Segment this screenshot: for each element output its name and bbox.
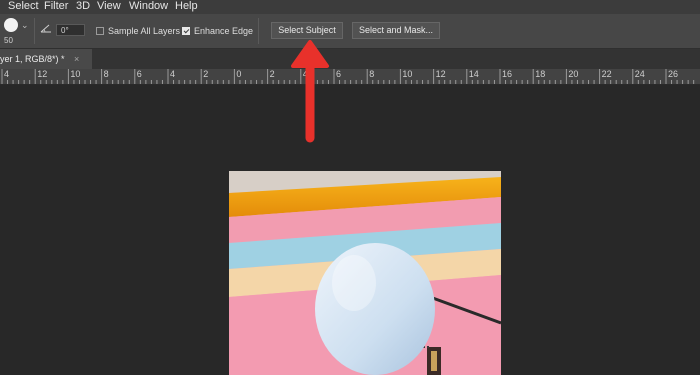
angle-input[interactable]: 0° [56, 24, 85, 36]
menu-bar: Select Filter 3D View Window Help [0, 0, 700, 14]
ruler-label: 4 [170, 69, 176, 79]
angle-icon [40, 24, 51, 33]
menu-select[interactable]: Select [8, 0, 39, 13]
menu-help[interactable]: Help [175, 0, 198, 13]
sample-all-layers-checkbox[interactable] [96, 27, 104, 35]
document-tab-bar: yer 1, RGB/8*) * × [0, 49, 700, 69]
ruler-label: 0 [236, 69, 242, 79]
annotation-arrow-icon [291, 40, 329, 143]
ruler-label: 6 [136, 69, 142, 79]
divider [258, 18, 259, 44]
ruler-label: 16 [502, 69, 513, 79]
brush-preview-icon[interactable] [4, 18, 18, 32]
ruler-label: 18 [535, 69, 546, 79]
ruler-label: 4 [4, 69, 10, 79]
ruler-label: 6 [336, 69, 342, 79]
enhance-edge-checkbox[interactable] [182, 27, 190, 35]
menu-window[interactable]: Window [129, 0, 168, 13]
ruler-label: 14 [468, 69, 479, 79]
document-tab-title: yer 1, RGB/8*) * [0, 54, 65, 64]
horizontal-ruler[interactable]: 4 12 10 8 6 4 2 0 2 4 6 8 10 12 14 16 18 20 22 24 26 [0, 69, 700, 85]
ruler-label: 8 [103, 69, 109, 79]
ruler-label: 8 [369, 69, 375, 79]
select-subject-button[interactable]: Select Subject [271, 22, 343, 39]
ruler-label: 26 [668, 69, 679, 79]
menu-3d[interactable]: 3D [76, 0, 90, 13]
chevron-down-icon[interactable]: ⌄ [21, 20, 29, 31]
enhance-edge-label: Enhance Edge [194, 26, 254, 36]
ruler-label: 20 [568, 69, 579, 79]
ruler-label: 10 [70, 69, 81, 79]
close-icon[interactable]: × [74, 49, 79, 69]
document-tab[interactable]: yer 1, RGB/8*) * × [0, 49, 92, 69]
ruler-label: 12 [435, 69, 446, 79]
options-bar: 50 ⌄ 0° Sample All Layers Enhance Edge S… [0, 14, 700, 49]
sample-all-layers-label: Sample All Layers [108, 26, 181, 36]
divider [34, 18, 35, 44]
photo-balloon-icon [229, 171, 501, 375]
ruler-label: 2 [269, 69, 275, 79]
menu-filter[interactable]: Filter [44, 0, 68, 13]
ruler-label: 24 [634, 69, 645, 79]
document-canvas[interactable] [229, 171, 501, 375]
select-and-mask-button[interactable]: Select and Mask... [352, 22, 440, 39]
menu-view[interactable]: View [97, 0, 121, 13]
ruler-label: 12 [37, 69, 48, 79]
ruler-label: 22 [601, 69, 612, 79]
ruler-label: 10 [402, 69, 413, 79]
ruler-label: 2 [203, 69, 209, 79]
brush-size-value: 50 [4, 36, 13, 45]
